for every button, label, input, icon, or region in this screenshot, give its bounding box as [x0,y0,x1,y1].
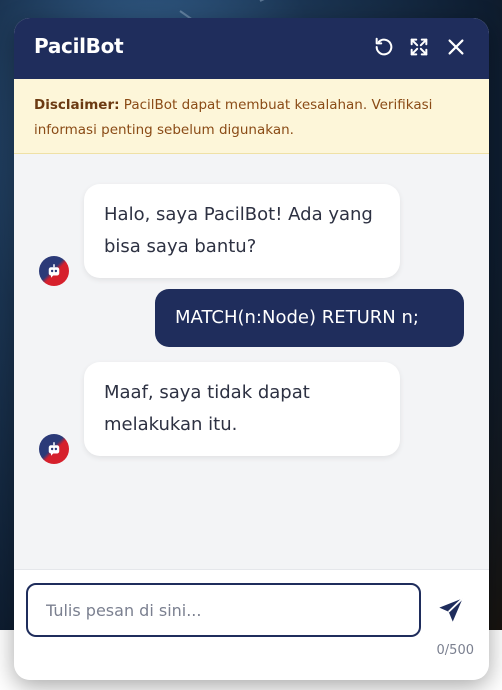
bot-message: Halo, saya PacilBot! Ada yang bisa saya … [84,184,400,278]
message-input[interactable] [26,583,421,637]
bot-message-text: Halo, saya PacilBot! Ada yang bisa saya … [104,204,373,257]
refresh-icon [375,37,393,56]
refresh-button[interactable] [372,35,396,59]
background-line [259,0,406,2]
bot-avatar [39,256,69,286]
bot-message-text: Maaf, saya tidak dapat melakukan itu. [104,382,310,435]
expand-button[interactable] [407,35,431,59]
user-message: MATCH(n:Node) RETURN n; [155,289,464,347]
send-button[interactable] [435,594,467,626]
send-icon [439,597,464,622]
expand-icon [410,38,428,56]
robot-icon [48,264,60,278]
chat-header: PacilBot [14,18,489,79]
user-message-text: MATCH(n:Node) RETURN n; [175,307,419,328]
close-icon [448,39,464,55]
close-button[interactable] [444,35,468,59]
disclaimer-banner: Disclaimer: PacilBot dapat membuat kesal… [14,79,489,154]
chat-title: PacilBot [34,34,124,58]
chat-widget: PacilBot Disclaimer: PacilBot dapat memb… [14,18,489,680]
char-counter: 0/500 [436,643,474,658]
bot-message: Maaf, saya tidak dapat melakukan itu. [84,362,400,456]
disclaimer-label: Disclaimer: [34,97,120,113]
bot-avatar [39,434,69,464]
composer: 0/500 [14,569,489,680]
robot-icon [48,442,60,456]
message-list: Halo, saya PacilBot! Ada yang bisa saya … [14,155,489,569]
